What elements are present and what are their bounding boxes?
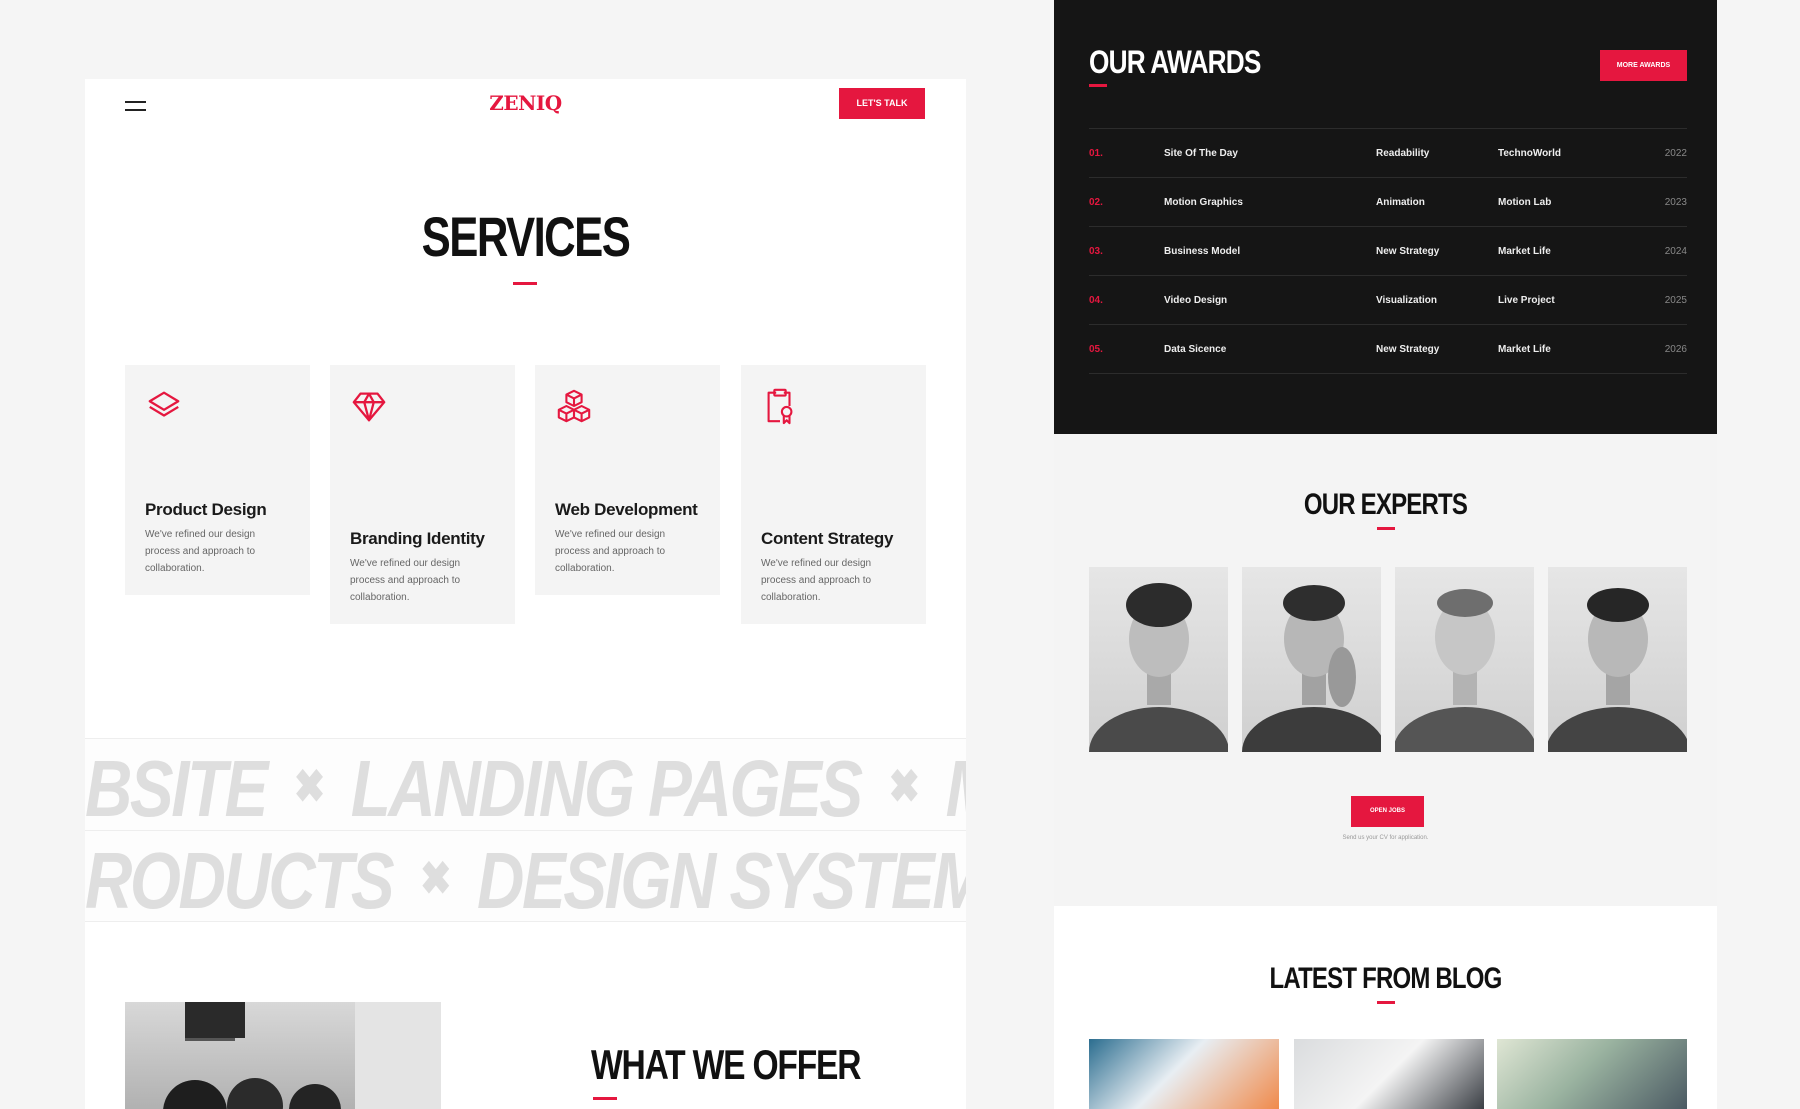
marquee-item: LANDING PAGES [350, 744, 863, 830]
marquee-row-2: RODUCTS✖DESIGN SYSTEMS✖FU [85, 830, 966, 922]
card-text: We've refined our design process and app… [761, 558, 872, 603]
award-row[interactable]: 05. Data Sicence New Strategy Market Lif… [1089, 325, 1687, 374]
expert-photo[interactable] [1395, 567, 1534, 752]
cross-icon: ✖ [420, 852, 452, 904]
award-category: Animation [1376, 197, 1425, 208]
awards-underline [1089, 84, 1107, 87]
title-underline [513, 282, 537, 285]
award-number: 05. [1089, 344, 1103, 355]
service-card-product-design[interactable]: Product Design We've refined our design … [125, 365, 310, 595]
blog-title: LATEST FROM BLOG [1269, 962, 1502, 995]
award-number: 01. [1089, 148, 1103, 159]
marquee-item: MOBILE A [946, 744, 966, 830]
card-title: Branding Identity [350, 529, 485, 548]
award-org: Market Life [1498, 246, 1551, 257]
award-number: 04. [1089, 295, 1103, 306]
more-awards-button[interactable]: MORE AWARDS [1600, 50, 1687, 81]
award-name: Video Design [1164, 295, 1228, 306]
service-card-web-development[interactable]: Web Development We've refined our design… [535, 365, 720, 595]
card-title: Web Development [555, 500, 698, 519]
expert-photo[interactable] [1089, 567, 1228, 752]
award-number: 03. [1089, 246, 1103, 257]
awards-title: OUR AWARDS [1089, 44, 1261, 80]
team-photo [125, 1002, 441, 1109]
services-page: ZENIQ LET'S TALK SERVICES Product Design… [85, 79, 966, 1109]
diamond-icon [352, 392, 386, 422]
award-name: Business Model [1164, 246, 1241, 257]
service-card-branding-identity[interactable]: Branding Identity We've refined our desi… [330, 365, 515, 624]
award-year: 2026 [1664, 344, 1687, 355]
award-name: Data Sicence [1164, 344, 1227, 355]
expert-photo[interactable] [1548, 567, 1687, 752]
card-text: We've refined our design process and app… [145, 529, 256, 574]
award-org: Market Life [1498, 344, 1551, 355]
offer-title: WHAT WE OFFER [591, 1041, 862, 1088]
awards-section: OUR AWARDS MORE AWARDS 01. Site Of The D… [1054, 0, 1717, 434]
award-category: Readability [1376, 148, 1430, 159]
award-org: Motion Lab [1498, 197, 1552, 208]
marquee-item: BSITE [85, 744, 268, 830]
marquee-row-1: BSITE ✖ LANDING PAGES ✖ MOBILE A [85, 738, 966, 830]
award-row[interactable]: 03. Business Model New Strategy Market L… [1089, 227, 1687, 276]
experts-section: OUR EXPERTS OPEN JOBS Send us your CV fo… [1054, 434, 1717, 906]
marquee-item: DESIGN SYSTEMS [477, 836, 966, 922]
blog-thumbnail[interactable] [1089, 1039, 1279, 1109]
card-title: Product Design [145, 500, 267, 519]
clipboard-award-icon [767, 388, 793, 425]
award-name: Motion Graphics [1164, 197, 1243, 208]
experts-underline [1377, 527, 1395, 530]
award-org: Live Project [1498, 295, 1555, 306]
award-category: New Strategy [1376, 344, 1440, 355]
cv-note: Send us your CV for application. [1342, 835, 1429, 841]
blog-section: LATEST FROM BLOG [1054, 906, 1717, 1109]
layers-icon [148, 391, 180, 417]
blog-thumbnail[interactable] [1497, 1039, 1687, 1109]
award-category: New Strategy [1376, 246, 1440, 257]
marquee-item: RODUCTS [85, 836, 395, 922]
services-title: SERVICES [421, 205, 631, 268]
header: ZENIQ LET'S TALK [85, 79, 966, 129]
offer-underline [593, 1097, 617, 1100]
experts-title: OUR EXPERTS [1303, 488, 1468, 521]
award-year: 2023 [1664, 197, 1687, 208]
card-text: We've refined our design process and app… [555, 529, 666, 574]
award-year: 2022 [1664, 148, 1687, 159]
cross-icon: ✖ [293, 760, 326, 812]
blog-thumbnail[interactable] [1294, 1039, 1484, 1109]
card-text: We've refined our design process and app… [350, 558, 461, 603]
cubes-icon [557, 389, 591, 423]
service-card-content-strategy[interactable]: Content Strategy We've refined our desig… [741, 365, 926, 624]
logo[interactable]: ZENIQ [85, 91, 966, 115]
award-year: 2024 [1664, 246, 1687, 257]
award-row[interactable]: 04. Video Design Visualization Live Proj… [1089, 276, 1687, 325]
award-year: 2025 [1664, 295, 1687, 306]
award-name: Site Of The Day [1164, 148, 1238, 159]
award-org: TechnoWorld [1498, 148, 1561, 159]
card-title: Content Strategy [761, 529, 894, 548]
cross-icon: ✖ [888, 760, 921, 812]
award-number: 02. [1089, 197, 1103, 208]
award-row[interactable]: 01. Site Of The Day Readability TechnoWo… [1089, 129, 1687, 178]
lets-talk-button[interactable]: LET'S TALK [839, 88, 925, 119]
awards-table: 01. Site Of The Day Readability TechnoWo… [1089, 128, 1687, 374]
open-jobs-button[interactable]: OPEN JOBS [1351, 796, 1424, 827]
award-row[interactable]: 02. Motion Graphics Animation Motion Lab… [1089, 178, 1687, 227]
blog-underline [1377, 1001, 1395, 1004]
award-category: Visualization [1376, 295, 1437, 306]
expert-photo[interactable] [1242, 567, 1381, 752]
